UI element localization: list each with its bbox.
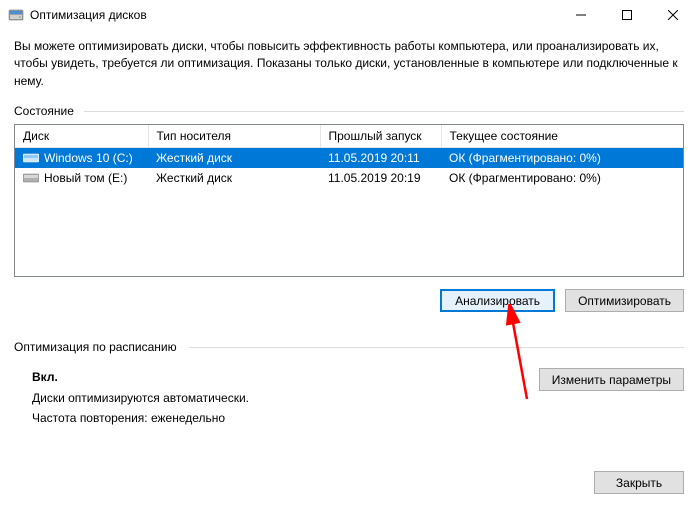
state-label-text: Состояние	[14, 104, 74, 118]
col-header-last[interactable]: Прошлый запуск	[320, 125, 441, 148]
drive-last-run: 11.05.2019 20:11	[320, 148, 441, 169]
drive-status: ОК (Фрагментировано: 0%)	[441, 148, 683, 169]
window-controls	[558, 0, 696, 30]
schedule-line2: Частота повторения: еженедельно	[32, 409, 523, 428]
close-button[interactable]	[650, 0, 696, 30]
optimize-button[interactable]: Оптимизировать	[565, 289, 684, 312]
maximize-button[interactable]	[604, 0, 650, 30]
drive-status: ОК (Фрагментировано: 0%)	[441, 168, 683, 188]
col-header-disk[interactable]: Диск	[15, 125, 148, 148]
schedule-line1: Диски оптимизируются автоматически.	[32, 389, 523, 408]
state-group-label: Состояние	[14, 104, 684, 118]
drive-last-run: 11.05.2019 20:19	[320, 168, 441, 188]
table-row[interactable]: Новый том (E:) Жесткий диск11.05.2019 20:…	[15, 168, 683, 188]
drives-table: Диск Тип носителя Прошлый запуск Текущее…	[15, 125, 683, 188]
divider	[189, 347, 684, 348]
schedule-group-label: Оптимизация по расписанию	[14, 340, 684, 354]
table-row[interactable]: Windows 10 (C:) Жесткий диск11.05.2019 20…	[15, 148, 683, 169]
window-title: Оптимизация дисков	[30, 8, 558, 22]
drive-name: Новый том (E:)	[44, 171, 127, 185]
schedule-body: Вкл. Диски оптимизируются автоматически.…	[14, 368, 684, 428]
footer: Закрыть	[0, 459, 698, 506]
content-area: Вы можете оптимизировать диски, чтобы по…	[0, 30, 698, 442]
drive-name: Windows 10 (C:)	[44, 151, 133, 165]
schedule-text: Вкл. Диски оптимизируются автоматически.…	[14, 368, 523, 428]
action-buttons: Анализировать Оптимизировать	[14, 289, 684, 312]
analyze-button[interactable]: Анализировать	[440, 289, 555, 312]
schedule-on: Вкл.	[32, 368, 523, 387]
schedule-label-text: Оптимизация по расписанию	[14, 340, 177, 354]
drive-media: Жесткий диск	[148, 168, 320, 188]
col-header-media[interactable]: Тип носителя	[148, 125, 320, 148]
drive-media: Жесткий диск	[148, 148, 320, 169]
intro-text: Вы можете оптимизировать диски, чтобы по…	[14, 38, 684, 90]
drives-table-container: Диск Тип носителя Прошлый запуск Текущее…	[14, 124, 684, 277]
change-params-button[interactable]: Изменить параметры	[539, 368, 684, 391]
drive-icon	[23, 172, 39, 184]
schedule-section: Оптимизация по расписанию Вкл. Диски опт…	[14, 340, 684, 428]
titlebar: Оптимизация дисков	[0, 0, 698, 30]
divider	[84, 111, 684, 112]
minimize-button[interactable]	[558, 0, 604, 30]
drive-icon	[23, 152, 39, 164]
app-icon	[8, 7, 24, 23]
window: Оптимизация дисков Вы можете оптимизиров…	[0, 0, 698, 506]
close-dialog-button[interactable]: Закрыть	[594, 471, 684, 494]
col-header-status[interactable]: Текущее состояние	[441, 125, 683, 148]
